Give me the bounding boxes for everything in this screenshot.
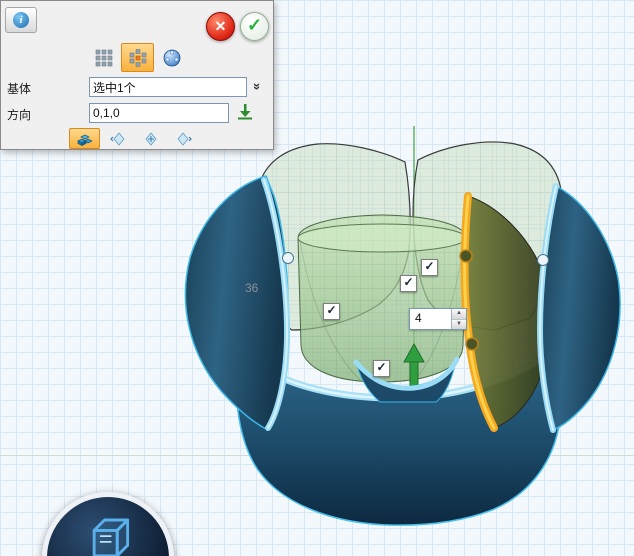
direction-pick-icon[interactable] [236,103,254,121]
spinner-up-button[interactable]: ▲ [452,309,466,320]
sphere-pattern-button[interactable] [155,43,188,72]
check-icon: ✓ [403,275,413,289]
confirm-check-icon: ✓ [247,15,262,35]
check-icon: ✓ [376,360,386,374]
instance-checkbox-4[interactable]: ✓ [421,259,438,276]
cancel-button[interactable]: ✕ [206,12,235,41]
option-diamond-left-button[interactable] [102,128,133,149]
spinner-down-button[interactable]: ▼ [452,320,466,330]
pattern-dialog: i ✕ ✓ [0,0,274,150]
direction-field-input[interactable] [89,103,229,123]
instance-checkbox-1[interactable]: ✓ [323,303,340,320]
base-field-row: 基体 » [1,77,273,99]
option-diamond-right-button[interactable] [168,128,199,149]
instance-checkbox-3[interactable]: ✓ [373,360,390,377]
expand-chevron-icon[interactable]: » [250,83,265,90]
inner-cylinder[interactable] [298,215,466,382]
spinner-buttons: ▲ ▼ [451,309,466,329]
close-icon: ✕ [215,18,227,34]
info-icon: i [13,12,29,28]
base-field-input[interactable] [89,77,247,97]
base-field-label: 基体 [7,80,31,97]
sphere-pattern-icon [163,49,181,67]
right-petal[interactable] [538,186,621,430]
left-petal[interactable] [185,176,293,430]
diamond-both-icon [143,132,159,146]
circular-pattern-icon [129,49,147,67]
direction-field-row: 方向 [1,103,273,125]
ok-button[interactable]: ✓ [240,12,269,41]
linear-pattern-button[interactable] [87,43,120,72]
diamond-left-icon [110,132,126,146]
pattern-count-value[interactable]: 4 [410,309,451,329]
cube-logo-icon [73,505,143,556]
bricks-icon [77,132,93,146]
dimension-label: 36 [245,281,258,295]
viewport: 36 ✓ ✓ ✓ ✓ 4 ▲ ▼ i ✕ ✓ [0,0,634,556]
direction-field-label: 方向 [7,106,31,123]
option-diamond-both-button[interactable] [135,128,166,149]
option-bricks-button[interactable] [69,128,100,149]
linear-pattern-icon [95,49,113,67]
check-icon: ✓ [424,259,434,273]
diamond-right-icon [176,132,192,146]
pattern-type-toolbar [87,43,188,72]
check-icon: ✓ [326,303,336,317]
circular-pattern-button[interactable] [121,43,154,72]
pattern-count-spinner: 4 ▲ ▼ [409,308,467,330]
info-button[interactable]: i [5,7,37,33]
instance-checkbox-2[interactable]: ✓ [400,275,417,292]
pattern-options-toolbar [69,128,199,149]
